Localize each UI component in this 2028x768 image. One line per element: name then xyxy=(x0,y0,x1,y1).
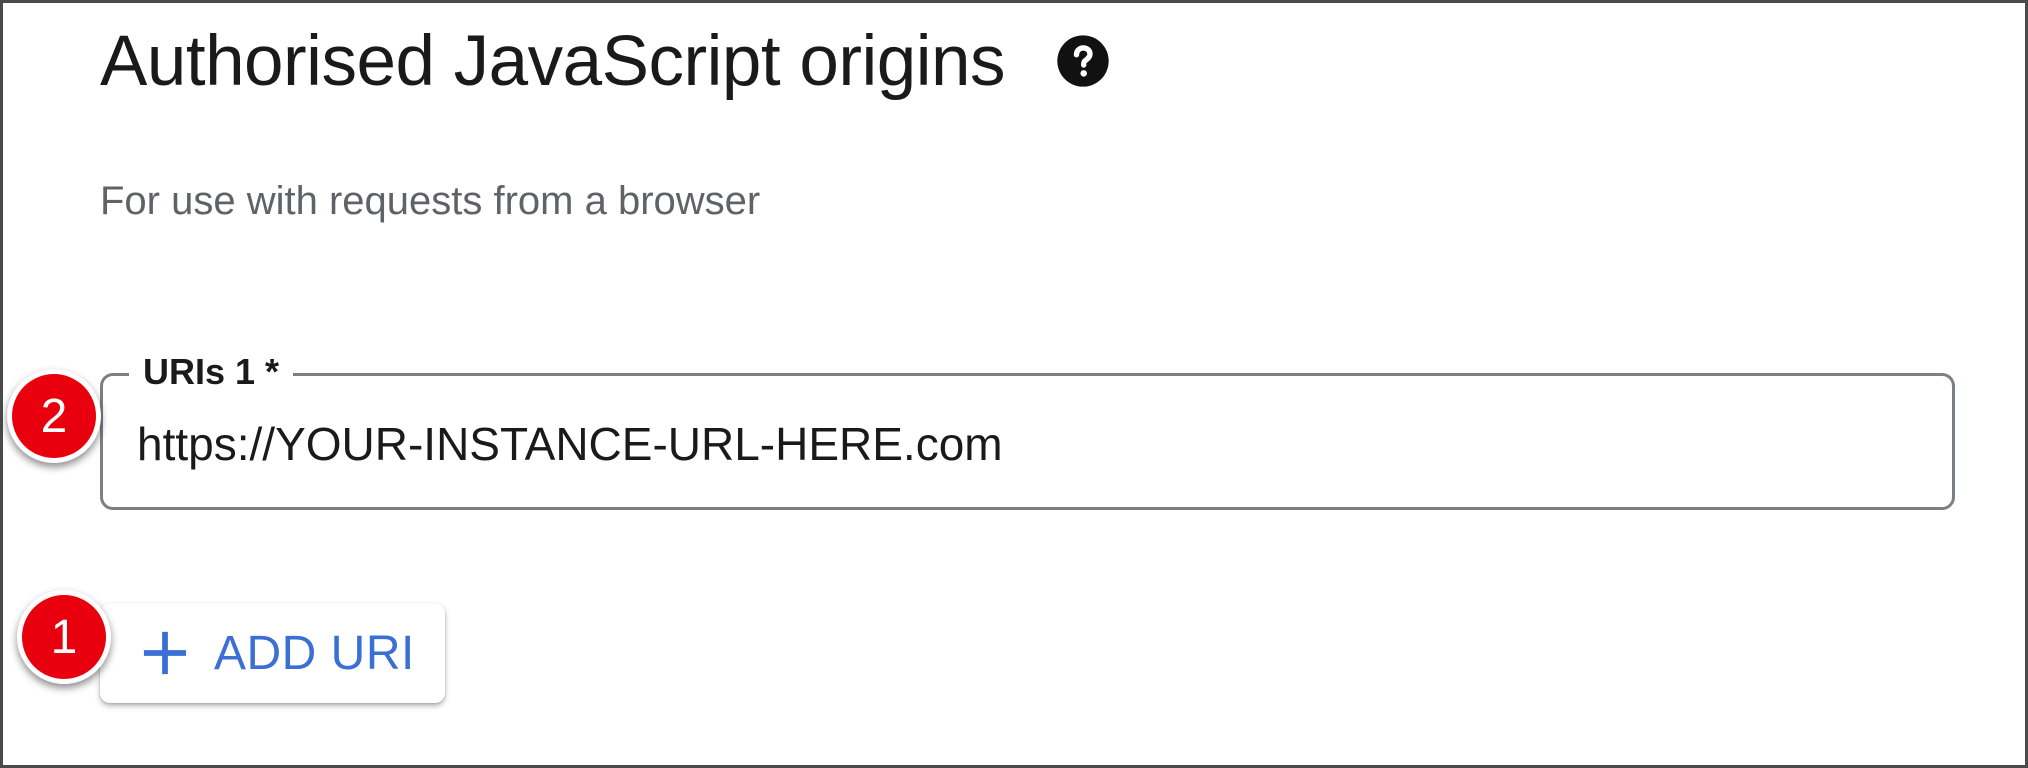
title-row: Authorised JavaScript origins xyxy=(100,11,1111,111)
section-description: For use with requests from a browser xyxy=(100,179,761,223)
plus-icon xyxy=(142,630,188,676)
add-uri-button[interactable]: ADD URI xyxy=(100,603,445,703)
uri-input[interactable] xyxy=(137,416,1737,472)
step-marker-2: 2 xyxy=(7,369,101,463)
page-title: Authorised JavaScript origins xyxy=(100,21,1006,101)
add-uri-label: ADD URI xyxy=(214,626,415,680)
step-marker-1: 1 xyxy=(17,590,111,684)
panel-frame: Authorised JavaScript origins For use wi… xyxy=(0,0,2028,768)
uri-field[interactable]: URIs 1 * xyxy=(100,347,1955,510)
uri-field-label: URIs 1 * xyxy=(129,347,294,397)
question-circle-icon[interactable] xyxy=(1055,33,1111,89)
